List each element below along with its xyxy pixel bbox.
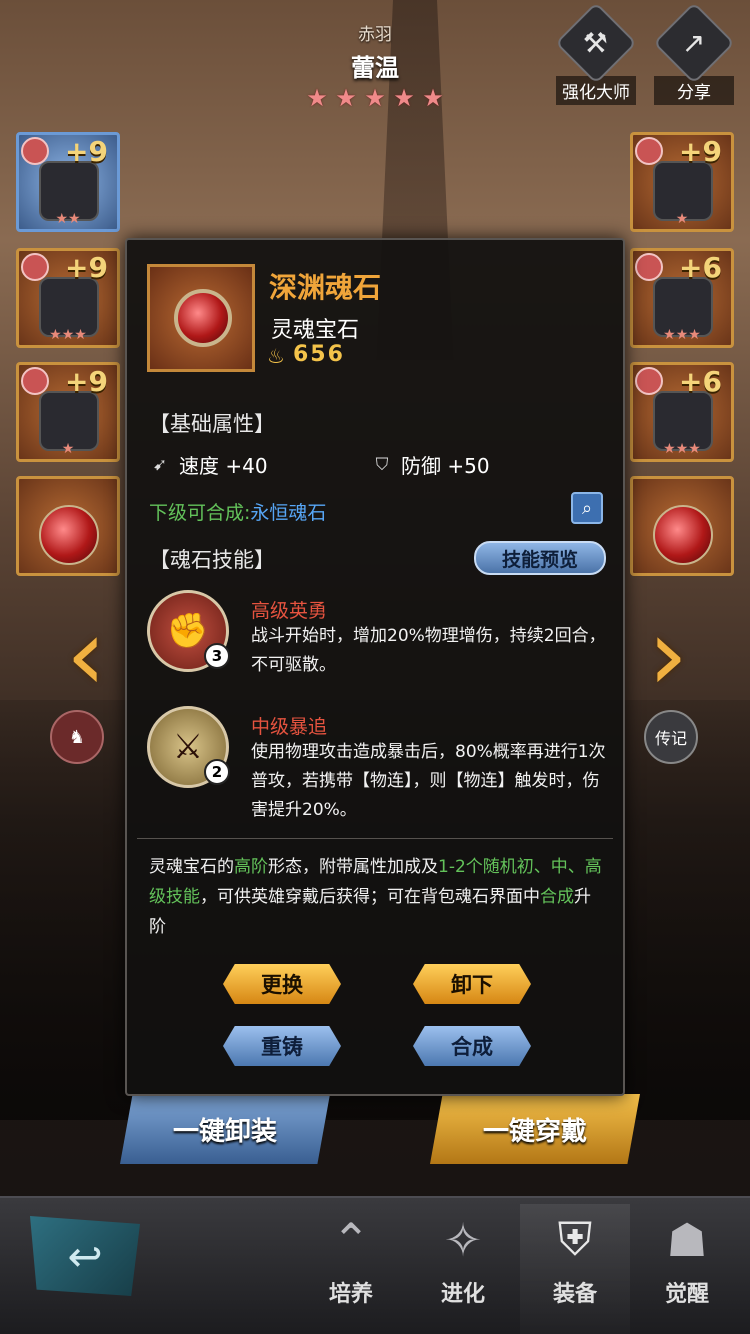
desc-highlight: 高阶 <box>234 857 268 877</box>
item-icon-frame <box>147 264 255 372</box>
nav-label: 培养 <box>328 1282 373 1307</box>
skill-desc-2: 使用物理攻击造成暴击后，80%概率再进行1次普攻，若携带【物连】，则【物连】触发… <box>251 742 606 820</box>
hero-subtitle: 赤羽 <box>358 25 392 45</box>
soulstone-gem-icon <box>174 289 232 347</box>
nav-equipment[interactable]: ⛨ 装备 <box>520 1204 630 1334</box>
base-attr-title: 【基础属性】 <box>149 412 275 436</box>
item-type: 灵魂宝石 <box>271 318 360 343</box>
nav-label: 觉醒 <box>664 1282 709 1307</box>
share-icon: ↗ <box>652 1 736 85</box>
recast-button[interactable]: 重铸 <box>223 1026 341 1066</box>
synth-label: 下级可合成: <box>149 502 251 524</box>
divider <box>137 838 613 839</box>
prev-hero-arrow[interactable]: ‹ <box>56 600 116 710</box>
skill-name-1: 高级英勇 <box>251 600 328 622</box>
equip-slot-left-2[interactable]: +9 ★★★ <box>16 248 120 348</box>
equip-slot-left-1[interactable]: +9 ★★ <box>16 132 120 232</box>
combine-button[interactable]: 合成 <box>413 1026 531 1066</box>
enhance-level: +6 <box>679 365 722 398</box>
skill-level: 3 <box>204 643 230 669</box>
hero-stars: ★ ★ ★ ★ ★ <box>305 86 445 110</box>
nav-cultivate[interactable]: ⌃ 培养 <box>296 1204 406 1308</box>
attr-label: 防御 +50 <box>401 454 490 478</box>
equip-slot-left-3[interactable]: +9 ★ <box>16 362 120 462</box>
slot-stars: ★★★ <box>49 327 87 343</box>
equip-all-button[interactable]: 一键穿戴 <box>430 1094 640 1164</box>
item-detail-popup: 深渊魂石 灵魂宝石 ♨ 656 【基础属性】 ➹ 速度 +40 ⛉ 防御 +50… <box>125 238 625 1096</box>
unequip-all-button[interactable]: 一键卸装 <box>120 1094 330 1164</box>
skills-title: 【魂石技能】 <box>149 548 275 572</box>
skill-preview-button[interactable]: 技能预览 <box>474 541 606 575</box>
equip-slot-right-1[interactable]: +9 ★ <box>630 132 734 232</box>
desc-highlight: 合成 <box>540 887 574 907</box>
back-button[interactable]: ↩ <box>30 1216 140 1296</box>
star-icon: ★ <box>306 84 328 112</box>
star-icon: ★ <box>335 84 357 112</box>
desc-text: 灵魂宝石的 <box>149 857 234 877</box>
equip-slot-right-2[interactable]: +6 ★★★ <box>630 248 734 348</box>
skill-icon-2[interactable]: ⚔ 2 <box>147 706 230 788</box>
attr-speed: ➹ 速度 +40 <box>149 450 268 479</box>
equip-slot-right-soulstone[interactable] <box>630 476 734 576</box>
speed-icon: ➹ <box>152 454 168 475</box>
armor-icon: ⛨ <box>557 1212 593 1266</box>
desc-text: ，可供英雄穿戴后获得；可在背包魂石界面中 <box>200 887 540 907</box>
search-icon: ⌕ <box>581 497 593 519</box>
skill-name-2: 中级暴追 <box>251 716 328 738</box>
star-icon: ★ <box>393 84 415 112</box>
item-description: 灵魂宝石的高阶形态，附带属性加成及1-2个随机初、中、高级技能，可供英雄穿戴后获… <box>149 852 605 942</box>
attr-defense: ⛉ 防御 +50 <box>371 450 490 479</box>
star-icon: ★ <box>422 84 444 112</box>
attr-label: 速度 +40 <box>179 454 268 478</box>
star-icon: ★ <box>364 84 386 112</box>
share-button[interactable]: ↗ 分享 <box>652 1 736 105</box>
enhance-master-button[interactable]: ⚒ 强化大师 <box>554 1 638 105</box>
skill-level: 2 <box>204 759 230 785</box>
chevron-up-icon: ⌃ <box>331 1213 371 1267</box>
unequip-button[interactable]: 卸下 <box>413 964 531 1004</box>
slot-stars: ★ <box>61 441 75 457</box>
slot-stars: ★ <box>675 211 689 227</box>
biography-button[interactable]: 传记 <box>644 710 698 764</box>
synth-target-link[interactable]: 永恒魂石 <box>250 502 326 524</box>
bottom-nav: ↩ ⌃ 培养 ✧ 进化 ⛨ 装备 ☗ 觉醒 <box>0 1196 750 1334</box>
skill-desc-1: 战斗开始时，增加20%物理增伤，持续2回合，不可驱散。 <box>251 626 606 675</box>
synth-info: 下级可合成:永恒魂石 <box>149 498 326 525</box>
equip-slot-left-soulstone[interactable] <box>16 476 120 576</box>
next-hero-arrow[interactable]: › <box>638 600 698 710</box>
equip-slot-right-3[interactable]: +6 ★★★ <box>630 362 734 462</box>
hammer-icon: ⚒ <box>554 1 638 85</box>
desc-text: 形态，附带属性加成及 <box>268 857 438 877</box>
wings-icon: ✧ <box>443 1213 483 1267</box>
replace-button[interactable]: 更换 <box>223 964 341 1004</box>
back-arrow-icon: ↩ <box>67 1231 103 1281</box>
soulstone-item-icon <box>653 505 713 565</box>
item-name: 深渊魂石 <box>269 271 382 304</box>
search-button[interactable]: ⌕ <box>571 492 603 524</box>
enhance-level: +9 <box>65 365 108 398</box>
nav-label: 装备 <box>552 1282 597 1307</box>
nav-evolve[interactable]: ✧ 进化 <box>408 1204 518 1308</box>
hooded-figure-icon: ☗ <box>666 1213 708 1267</box>
soulstone-item-icon <box>39 505 99 565</box>
flame-icon: ♨ <box>267 344 285 368</box>
hero-name: 蕾温 <box>351 54 399 82</box>
shield-icon: ⛉ <box>375 454 389 475</box>
slot-stars: ★★★ <box>663 441 701 457</box>
enhance-level: +9 <box>679 135 722 168</box>
item-power: 656 <box>293 342 345 367</box>
skill-icon-1[interactable]: ✊ 3 <box>147 590 230 672</box>
slot-stars: ★★★ <box>663 327 701 343</box>
skill-round-icon[interactable]: ♞ <box>50 710 104 764</box>
enhance-level: +9 <box>65 251 108 284</box>
enhance-level: +9 <box>65 135 108 168</box>
nav-label: 进化 <box>440 1282 485 1307</box>
enhance-level: +6 <box>679 251 722 284</box>
nav-awaken[interactable]: ☗ 觉醒 <box>632 1204 742 1308</box>
slot-stars: ★★ <box>55 211 81 227</box>
